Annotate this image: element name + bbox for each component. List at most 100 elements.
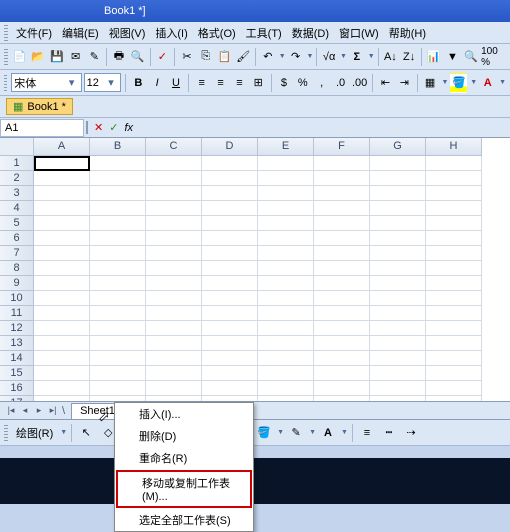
comma-button[interactable]: , bbox=[313, 73, 330, 93]
cell[interactable] bbox=[34, 171, 90, 186]
document-tab[interactable]: ▦ Book1 * bbox=[6, 98, 73, 115]
format-painter-button[interactable]: 🖌 bbox=[234, 47, 252, 67]
cell[interactable] bbox=[146, 291, 202, 306]
cell[interactable] bbox=[258, 201, 314, 216]
cell[interactable] bbox=[90, 351, 146, 366]
cell[interactable] bbox=[258, 231, 314, 246]
cell[interactable] bbox=[90, 276, 146, 291]
cell[interactable] bbox=[426, 351, 482, 366]
cell[interactable] bbox=[202, 216, 258, 231]
cell[interactable] bbox=[90, 156, 146, 171]
cell[interactable] bbox=[34, 201, 90, 216]
col-header[interactable]: E bbox=[258, 138, 314, 156]
cell[interactable] bbox=[146, 186, 202, 201]
cell[interactable] bbox=[34, 396, 90, 401]
cell[interactable] bbox=[202, 201, 258, 216]
row-header[interactable]: 16 bbox=[0, 381, 34, 396]
cell[interactable] bbox=[202, 276, 258, 291]
spell-button[interactable]: ✓ bbox=[154, 47, 172, 67]
cell[interactable] bbox=[314, 186, 370, 201]
cell[interactable] bbox=[34, 246, 90, 261]
cell[interactable] bbox=[146, 336, 202, 351]
cell[interactable] bbox=[426, 366, 482, 381]
cell[interactable] bbox=[202, 171, 258, 186]
cell[interactable] bbox=[34, 216, 90, 231]
cell[interactable] bbox=[146, 396, 202, 401]
cell[interactable] bbox=[370, 201, 426, 216]
dropdown-arrow-icon[interactable]: ▾ bbox=[65, 76, 79, 89]
chart-button[interactable]: 📊 bbox=[425, 47, 443, 67]
cell[interactable] bbox=[370, 216, 426, 231]
cell[interactable] bbox=[370, 261, 426, 276]
filter-button[interactable]: ▼ bbox=[444, 47, 462, 67]
cell[interactable] bbox=[202, 381, 258, 396]
first-sheet-button[interactable]: |◂ bbox=[4, 404, 18, 418]
select-all-corner[interactable] bbox=[0, 138, 34, 156]
cell[interactable] bbox=[258, 291, 314, 306]
align-left-button[interactable]: ≡ bbox=[193, 73, 210, 93]
cell[interactable] bbox=[202, 231, 258, 246]
cell[interactable] bbox=[370, 396, 426, 401]
cell[interactable] bbox=[370, 306, 426, 321]
email-button[interactable]: ✉ bbox=[67, 47, 85, 67]
zoom-button[interactable]: 🔍 bbox=[462, 47, 480, 67]
cell[interactable] bbox=[370, 156, 426, 171]
indent-dec-button[interactable]: ⇤ bbox=[377, 73, 394, 93]
menu-file[interactable]: 文件(F) bbox=[12, 23, 56, 43]
cell[interactable] bbox=[146, 351, 202, 366]
cell[interactable] bbox=[426, 306, 482, 321]
indent-inc-button[interactable]: ⇥ bbox=[396, 73, 413, 93]
draw-menu[interactable]: 绘图(R) bbox=[12, 423, 57, 443]
cell[interactable] bbox=[90, 216, 146, 231]
cell[interactable] bbox=[90, 246, 146, 261]
redo-button[interactable]: ↷ bbox=[287, 47, 305, 67]
cell[interactable] bbox=[90, 261, 146, 276]
cell[interactable] bbox=[426, 201, 482, 216]
cell[interactable] bbox=[370, 186, 426, 201]
cell[interactable] bbox=[258, 351, 314, 366]
cell[interactable] bbox=[90, 366, 146, 381]
menu-help[interactable]: 帮助(H) bbox=[385, 23, 430, 43]
cell[interactable] bbox=[202, 291, 258, 306]
cell[interactable] bbox=[146, 201, 202, 216]
dropdown-arrow-icon[interactable]: ▼ bbox=[60, 429, 67, 436]
cell[interactable] bbox=[258, 396, 314, 401]
cell[interactable] bbox=[34, 156, 90, 171]
cell[interactable] bbox=[34, 186, 90, 201]
menu-edit[interactable]: 编辑(E) bbox=[58, 23, 103, 43]
copy-button[interactable]: ⎘ bbox=[197, 47, 215, 67]
dropdown-arrow-icon[interactable]: ▼ bbox=[340, 53, 347, 60]
font-name-combo[interactable]: 宋体 ▾ bbox=[11, 73, 81, 92]
cell[interactable] bbox=[34, 366, 90, 381]
cell[interactable] bbox=[258, 186, 314, 201]
cell[interactable] bbox=[146, 366, 202, 381]
cell[interactable] bbox=[426, 321, 482, 336]
col-header[interactable]: H bbox=[426, 138, 482, 156]
cell[interactable] bbox=[314, 306, 370, 321]
row-header[interactable]: 6 bbox=[0, 231, 34, 246]
col-header[interactable]: A bbox=[34, 138, 90, 156]
row-header[interactable]: 2 bbox=[0, 171, 34, 186]
row-header[interactable]: 5 bbox=[0, 216, 34, 231]
cell[interactable] bbox=[202, 351, 258, 366]
cell[interactable] bbox=[426, 291, 482, 306]
cell[interactable] bbox=[258, 336, 314, 351]
new-button[interactable]: 📄 bbox=[11, 47, 29, 67]
col-header[interactable]: D bbox=[202, 138, 258, 156]
cell[interactable] bbox=[90, 396, 146, 401]
sqrt-button[interactable]: √α bbox=[320, 47, 338, 67]
cell[interactable] bbox=[202, 306, 258, 321]
ctx-delete[interactable]: 删除(D) bbox=[115, 425, 253, 447]
cell[interactable] bbox=[314, 321, 370, 336]
cell[interactable] bbox=[34, 291, 90, 306]
line-color-button[interactable]: ✎ bbox=[286, 423, 306, 443]
font-color-button[interactable]: A bbox=[479, 73, 496, 93]
cell[interactable] bbox=[258, 276, 314, 291]
cell[interactable] bbox=[90, 231, 146, 246]
border-button[interactable]: ▦ bbox=[422, 73, 439, 93]
align-center-button[interactable]: ≡ bbox=[212, 73, 229, 93]
cell[interactable] bbox=[90, 201, 146, 216]
cell[interactable] bbox=[146, 216, 202, 231]
cell[interactable] bbox=[314, 246, 370, 261]
row-header[interactable]: 1 bbox=[0, 156, 34, 171]
